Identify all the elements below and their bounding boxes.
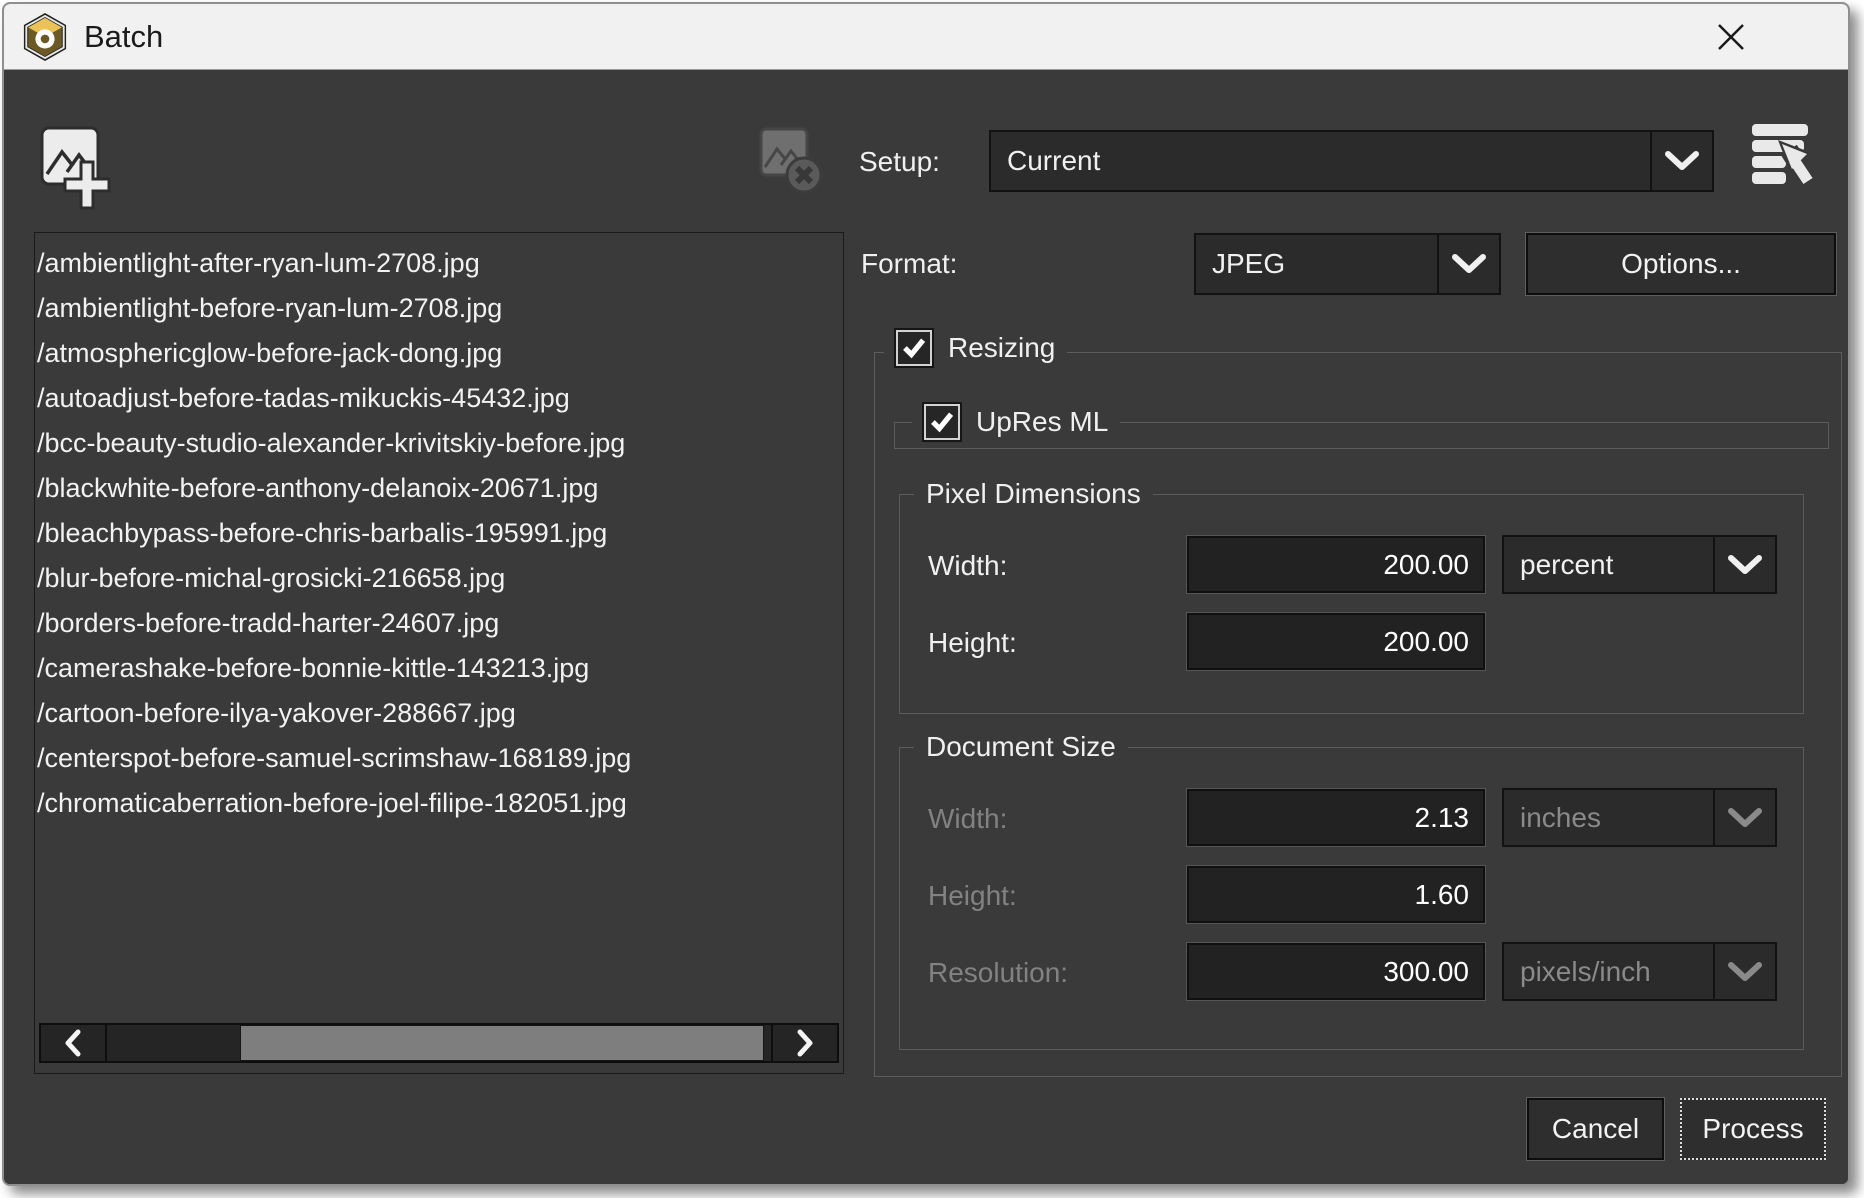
list-item[interactable]: /autoadjust-before-tadas-mikuckis-45432.… bbox=[37, 376, 843, 421]
list-item[interactable]: /camerashake-before-bonnie-kittle-143213… bbox=[37, 646, 843, 691]
file-list-items: /ambientlight-after-ryan-lum-2708.jpg/am… bbox=[35, 233, 843, 826]
setup-combobox-value: Current bbox=[991, 132, 1650, 190]
pixel-dimensions-title: Pixel Dimensions bbox=[914, 478, 1153, 510]
document-size-title: Document Size bbox=[914, 731, 1128, 763]
setup-combobox[interactable]: Current bbox=[989, 130, 1714, 192]
app-logo-icon bbox=[22, 12, 68, 62]
ds-resolution-unit-combobox: pixels/inch bbox=[1502, 942, 1777, 1001]
window-title: Batch bbox=[84, 19, 163, 55]
list-item[interactable]: /atmosphericglow-before-jack-dong.jpg bbox=[37, 331, 843, 376]
ds-resolution-label: Resolution: bbox=[928, 957, 1068, 989]
pixel-dimensions-group: Pixel Dimensions Width: percent Height: bbox=[899, 494, 1804, 714]
list-item[interactable]: /bcc-beauty-studio-alexander-krivitskiy-… bbox=[37, 421, 843, 466]
pd-width-input[interactable] bbox=[1187, 536, 1485, 593]
horizontal-scrollbar[interactable] bbox=[39, 1023, 839, 1063]
chevron-down-icon bbox=[1713, 944, 1775, 999]
list-item[interactable]: /cartoon-before-ilya-yakover-288667.jpg bbox=[37, 691, 843, 736]
list-item[interactable]: /bleachbypass-before-chris-barbalis-1959… bbox=[37, 511, 843, 556]
options-button[interactable]: Options... bbox=[1526, 233, 1836, 295]
file-list[interactable]: /ambientlight-after-ryan-lum-2708.jpg/am… bbox=[34, 232, 844, 1074]
resizing-checkbox[interactable] bbox=[896, 330, 932, 366]
pd-height-input[interactable] bbox=[1187, 613, 1485, 670]
upres-ml-label: UpRes ML bbox=[976, 406, 1108, 438]
ds-width-input[interactable] bbox=[1187, 789, 1485, 846]
apply-preset-list-icon[interactable] bbox=[1750, 122, 1820, 196]
setup-label: Setup: bbox=[859, 146, 940, 178]
ds-resolution-unit-value: pixels/inch bbox=[1504, 944, 1713, 999]
upres-ml-checkbox[interactable] bbox=[924, 404, 960, 440]
format-combobox[interactable]: JPEG bbox=[1194, 233, 1501, 295]
chevron-down-icon[interactable] bbox=[1650, 132, 1712, 190]
scroll-right-icon[interactable] bbox=[773, 1025, 837, 1061]
list-item[interactable]: /blackwhite-before-anthony-delanoix-2067… bbox=[37, 466, 843, 511]
chevron-down-icon[interactable] bbox=[1437, 235, 1499, 293]
ds-height-input[interactable] bbox=[1187, 866, 1485, 923]
format-label: Format: bbox=[861, 248, 957, 280]
pd-width-unit-value: percent bbox=[1504, 537, 1713, 592]
scrollbar-thumb[interactable] bbox=[240, 1025, 765, 1061]
list-item[interactable]: /chromaticaberration-before-joel-filipe-… bbox=[37, 781, 843, 826]
ds-width-unit-value: inches bbox=[1504, 790, 1713, 845]
batch-dialog: Batch Setup: Current bbox=[2, 2, 1850, 1186]
add-photos-icon[interactable] bbox=[40, 126, 112, 210]
resizing-label: Resizing bbox=[948, 332, 1055, 364]
pd-height-label: Height: bbox=[928, 627, 1017, 659]
title-bar: Batch bbox=[4, 4, 1848, 70]
upres-legend: UpRes ML bbox=[912, 404, 1120, 440]
close-icon[interactable] bbox=[1714, 20, 1748, 54]
format-combobox-value: JPEG bbox=[1196, 235, 1437, 293]
list-item[interactable]: /blur-before-michal-grosicki-216658.jpg bbox=[37, 556, 843, 601]
check-icon bbox=[929, 409, 955, 435]
list-item[interactable]: /centerspot-before-samuel-scrimshaw-1681… bbox=[37, 736, 843, 781]
ds-width-unit-combobox: inches bbox=[1502, 788, 1777, 847]
document-size-group: Document Size Width: inches Height: Reso… bbox=[899, 747, 1804, 1050]
check-icon bbox=[901, 335, 927, 361]
dialog-body: Setup: Current Format: JPEG bbox=[4, 70, 1848, 1186]
remove-photos-icon-disabled bbox=[759, 127, 829, 197]
ds-height-label: Height: bbox=[928, 880, 1017, 912]
list-item[interactable]: /ambientlight-after-ryan-lum-2708.jpg bbox=[37, 241, 843, 286]
process-button[interactable]: Process bbox=[1680, 1098, 1826, 1160]
pd-width-label: Width: bbox=[928, 550, 1007, 582]
chevron-down-icon[interactable] bbox=[1713, 537, 1775, 592]
scroll-left-icon[interactable] bbox=[41, 1025, 105, 1061]
list-item[interactable]: /borders-before-tradd-harter-24607.jpg bbox=[37, 601, 843, 646]
scrollbar-track[interactable] bbox=[105, 1025, 773, 1061]
pd-width-unit-combobox[interactable]: percent bbox=[1502, 535, 1777, 594]
ds-resolution-input[interactable] bbox=[1187, 943, 1485, 1000]
list-item[interactable]: /ambientlight-before-ryan-lum-2708.jpg bbox=[37, 286, 843, 331]
chevron-down-icon bbox=[1713, 790, 1775, 845]
resizing-legend: Resizing bbox=[884, 330, 1067, 366]
ds-width-label: Width: bbox=[928, 803, 1007, 835]
cancel-button[interactable]: Cancel bbox=[1527, 1098, 1664, 1160]
